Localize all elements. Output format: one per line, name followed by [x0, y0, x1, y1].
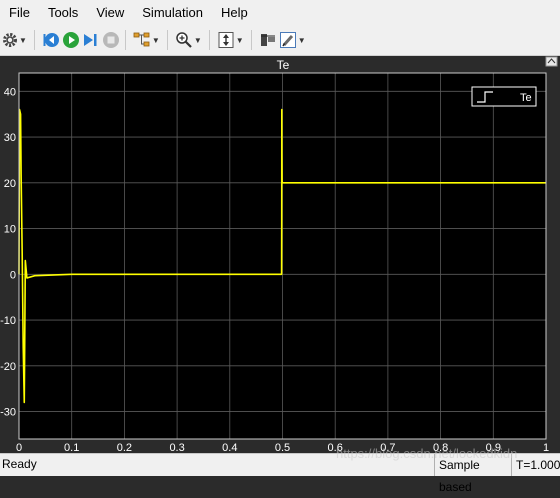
toolbar-separator: [33, 30, 35, 50]
cursor-measurements-button[interactable]: [259, 29, 277, 51]
toolbar: ▼ ▼ ▼ ▼ ▼: [0, 25, 560, 56]
y-tick-label: 40: [4, 86, 16, 98]
y-tick-label: 30: [4, 132, 16, 144]
x-tick-label: 0.5: [275, 442, 290, 453]
zoom-dropdown-caret[interactable]: ▼: [194, 36, 202, 45]
measurement-icon: [260, 34, 275, 46]
signal-selector-button[interactable]: [133, 29, 151, 51]
x-tick-label: 0: [16, 442, 22, 453]
x-tick-label: 0.7: [380, 442, 395, 453]
step-forward-button[interactable]: [82, 29, 100, 51]
x-tick-label: 0.3: [169, 442, 184, 453]
menu-file[interactable]: File: [0, 0, 39, 25]
plot-window: Te 0 0.1 0.2 0.3 0.4 0.5 0.6 0.7 0.8 0.9 1 40 30 20 10 0…: [0, 56, 560, 454]
y-tick-label: 0: [10, 269, 16, 281]
menu-tools[interactable]: Tools: [39, 0, 87, 25]
settings-dropdown-caret[interactable]: ▼: [19, 36, 27, 45]
settings-button[interactable]: [2, 29, 18, 51]
toolbar-separator: [166, 30, 168, 50]
x-tick-label: 0.1: [64, 442, 79, 453]
zoom-in-icon: [176, 32, 192, 48]
x-tick-label: 0.9: [486, 442, 501, 453]
legend-label: Te: [520, 92, 532, 104]
autoscale-icon: [218, 32, 234, 48]
edit-style-icon: [279, 32, 296, 48]
y-tick-label: -10: [0, 315, 16, 327]
gear-icon: [3, 33, 17, 47]
status-bar: Ready Sample based T=1.000: [0, 453, 560, 494]
x-tick-label: 1: [543, 442, 549, 453]
signal-tree-icon: [133, 32, 150, 47]
autoscale-dropdown-caret[interactable]: ▼: [236, 36, 244, 45]
scope-plot[interactable]: Te 0 0.1 0.2 0.3 0.4 0.5 0.6 0.7 0.8 0.9 1 40 30 20 10 0…: [0, 56, 560, 454]
stop-button[interactable]: [102, 29, 120, 51]
y-tick-label: 10: [4, 224, 16, 236]
autoscale-button[interactable]: [217, 29, 235, 51]
y-tick-label: 20: [4, 178, 16, 190]
menu-simulation[interactable]: Simulation: [133, 0, 212, 25]
menu-help[interactable]: Help: [212, 0, 257, 25]
toolbar-separator: [208, 30, 210, 50]
zoom-button[interactable]: [175, 29, 193, 51]
x-tick-label: 0.4: [222, 442, 237, 453]
status-ready: Ready: [2, 457, 37, 471]
y-tick-label: -20: [0, 361, 16, 373]
toolbar-separator: [250, 30, 252, 50]
x-tick-label: 0.2: [117, 442, 132, 453]
x-tick-label: 0.6: [328, 442, 343, 453]
menu-bar: File Tools View Simulation Help: [0, 0, 560, 25]
stop-icon: [102, 32, 119, 48]
signal-selector-caret[interactable]: ▼: [152, 36, 160, 45]
x-tick-label: 0.8: [433, 442, 448, 453]
run-button[interactable]: [62, 29, 80, 51]
step-back-button[interactable]: [42, 29, 60, 51]
status-sample-mode: Sample based: [434, 454, 511, 494]
play-icon: [62, 32, 79, 48]
step-forward-icon: [83, 34, 97, 46]
undock-icon[interactable]: [545, 56, 558, 67]
style-dropdown-caret[interactable]: ▼: [298, 36, 306, 45]
plot-title: Te: [277, 58, 290, 72]
style-button[interactable]: [279, 29, 297, 51]
menu-view[interactable]: View: [87, 0, 133, 25]
status-sim-time: T=1.000: [511, 454, 560, 476]
step-back-icon: [43, 33, 59, 47]
y-tick-label: -30: [0, 407, 16, 419]
toolbar-separator: [124, 30, 126, 50]
